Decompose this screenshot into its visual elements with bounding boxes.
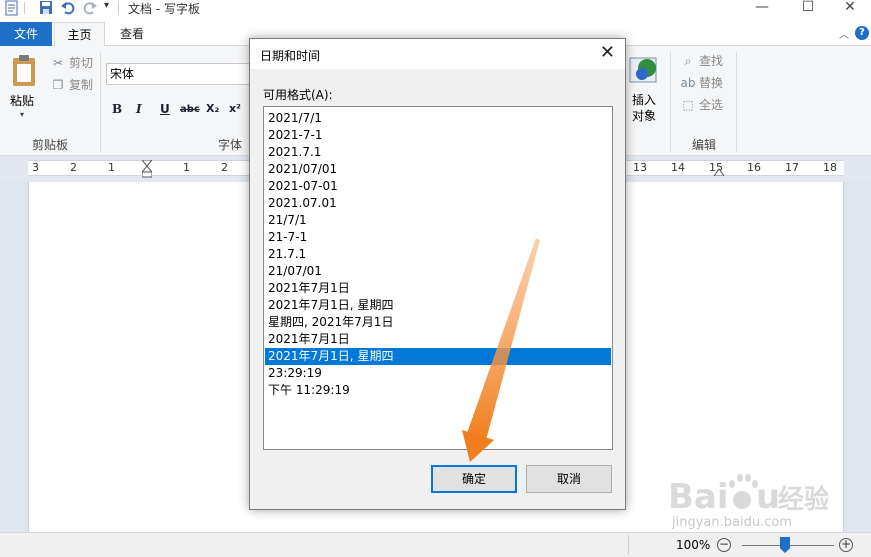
save-icon[interactable] — [38, 0, 54, 16]
format-list-item[interactable]: 2021年7月1日 — [265, 331, 611, 348]
format-list-item[interactable]: 2021/07/01 — [265, 161, 611, 178]
format-list-item[interactable]: 下午 11:29:19 — [265, 382, 611, 399]
ruler-number: 3 — [32, 161, 39, 174]
formats-label: 可用格式(A): — [263, 88, 333, 102]
group-divider — [100, 52, 101, 152]
paste-icon[interactable] — [10, 54, 38, 90]
format-list-item[interactable]: 2021-7-1 — [265, 127, 611, 144]
wordpad-app-icon[interactable] — [4, 0, 20, 16]
format-list-item[interactable]: 21-7-1 — [265, 229, 611, 246]
ruler-number: 17 — [785, 161, 799, 174]
title-divider — [118, 2, 119, 14]
editing-group-label: 编辑 — [691, 138, 716, 152]
copy-icon: ❐ — [52, 78, 64, 92]
ruler-number: 14 — [671, 161, 685, 174]
status-divider — [628, 535, 629, 555]
font-group-label: 字体 — [217, 138, 242, 152]
ok-button[interactable]: 确定 — [431, 465, 517, 493]
window-title: 文档 - 写字板 — [128, 2, 200, 16]
format-list-item[interactable]: 21/07/01 — [265, 263, 611, 280]
dialog-close-icon[interactable]: ✕ — [600, 43, 615, 63]
minimize-button[interactable]: — — [742, 0, 782, 18]
format-list-item[interactable]: 21.7.1 — [265, 246, 611, 263]
ruler-number: 18 — [823, 161, 837, 174]
ruler-number: 13 — [633, 161, 647, 174]
replace-icon: ab — [680, 76, 696, 90]
select-all-label: 全选 — [699, 98, 724, 112]
date-time-dialog: 日期和时间 ✕ 可用格式(A): 2021/7/1 2021-7-1 2021.7.… — [249, 38, 626, 510]
bold-button[interactable]: B — [112, 102, 122, 116]
svg-text:u: u — [756, 477, 780, 517]
format-list-item[interactable]: 2021年7月1日, 星期四 — [265, 348, 611, 365]
copy-button[interactable]: ❐ 复制 — [50, 76, 93, 94]
paste-dropdown-icon[interactable]: ▾ — [20, 110, 24, 119]
ruler-number: 1 — [183, 161, 190, 174]
find-button[interactable]: ⌕ 查找 — [680, 52, 723, 70]
format-list-item[interactable]: 2021.7.1 — [265, 144, 611, 161]
cut-button[interactable]: ✂ 剪切 — [50, 54, 93, 72]
formats-listbox[interactable]: 2021/7/1 2021-7-1 2021.7.1 2021/07/01 2021-0… — [263, 106, 613, 450]
dialog-title: 日期和时间 — [260, 49, 321, 63]
format-list-item[interactable]: 23:29:19 — [265, 365, 611, 382]
cancel-button[interactable]: 取消 — [526, 465, 612, 493]
svg-text:经验: 经验 — [778, 484, 828, 515]
status-bar: 100% − + — [0, 532, 871, 557]
ruler-number: 2 — [221, 161, 228, 174]
format-list-item[interactable]: 星期四, 2021年7月1日 — [265, 314, 611, 331]
tab-home[interactable]: 主页 — [54, 22, 105, 47]
qat-divider — [24, 2, 25, 14]
insert-object-button[interactable]: 插入 对象 — [632, 92, 656, 124]
redo-icon[interactable] — [82, 0, 98, 16]
maximize-button[interactable]: ☐ — [788, 0, 828, 18]
insert-object-icon[interactable] — [628, 54, 660, 86]
dialog-title-bar: 日期和时间 ✕ — [250, 39, 625, 69]
replace-label: 替换 — [699, 76, 724, 90]
tab-file[interactable]: 文件 — [0, 22, 52, 46]
ruler-number: 2 — [70, 161, 77, 174]
strikethrough-button[interactable]: abc — [180, 104, 200, 115]
close-window-button[interactable]: ✕ — [830, 0, 870, 18]
subscript-button[interactable]: X₂ — [206, 102, 219, 115]
copy-label: 复制 — [69, 78, 94, 92]
format-list-item[interactable]: 2021/7/1 — [265, 110, 611, 127]
tab-view[interactable]: 查看 — [108, 22, 156, 46]
format-list-item[interactable]: 2021年7月1日, 星期四 — [265, 297, 611, 314]
indent-marker-icon[interactable] — [142, 160, 152, 178]
zoom-in-button[interactable]: + — [839, 538, 853, 552]
insert-object-label-line1: 插入 — [632, 93, 657, 107]
format-list-item[interactable]: 21/7/1 — [265, 212, 611, 229]
qat-customize-icon[interactable]: ▾ — [104, 0, 109, 11]
ruler-number: 16 — [747, 161, 761, 174]
font-family-select[interactable]: 宋体 — [106, 63, 251, 85]
paste-button[interactable]: 粘贴 — [10, 92, 34, 109]
svg-text:Bai: Bai — [668, 477, 729, 517]
zoom-out-button[interactable]: − — [717, 538, 731, 552]
italic-button[interactable]: I — [136, 102, 142, 116]
format-list-item[interactable]: 2021年7月1日 — [265, 280, 611, 297]
right-indent-marker-icon[interactable] — [714, 166, 724, 176]
clipboard-group-label: 剪贴板 — [31, 138, 68, 152]
find-label: 查找 — [699, 54, 724, 68]
insert-object-label-line2: 对象 — [632, 109, 657, 123]
ruler-number: 1 — [108, 161, 115, 174]
scissors-icon: ✂ — [52, 56, 64, 70]
replace-button[interactable]: ab 替换 — [680, 74, 724, 92]
format-list-item[interactable]: 2021-07-01 — [265, 178, 611, 195]
group-divider — [736, 52, 737, 152]
binoculars-icon: ⌕ — [684, 54, 692, 68]
superscript-button[interactable]: x² — [229, 102, 241, 115]
cut-label: 剪切 — [69, 56, 94, 70]
select-all-button[interactable]: ⬚ 全选 — [680, 96, 723, 114]
collapse-ribbon-icon[interactable]: ︿ — [839, 26, 849, 41]
undo-icon[interactable] — [60, 0, 76, 16]
format-list-item[interactable]: 2021.07.01 — [265, 195, 611, 212]
group-divider — [670, 52, 671, 152]
zoom-slider-thumb[interactable] — [780, 537, 790, 553]
select-all-icon: ⬚ — [682, 98, 694, 112]
zoom-level: 100% — [676, 538, 711, 552]
help-icon[interactable]: ? — [855, 26, 869, 40]
title-bar: ▾ 文档 - 写字板 — ☐ ✕ — [0, 0, 871, 22]
watermark-url: jingyan.baidu.com — [672, 515, 792, 530]
underline-button[interactable]: U — [160, 102, 170, 116]
